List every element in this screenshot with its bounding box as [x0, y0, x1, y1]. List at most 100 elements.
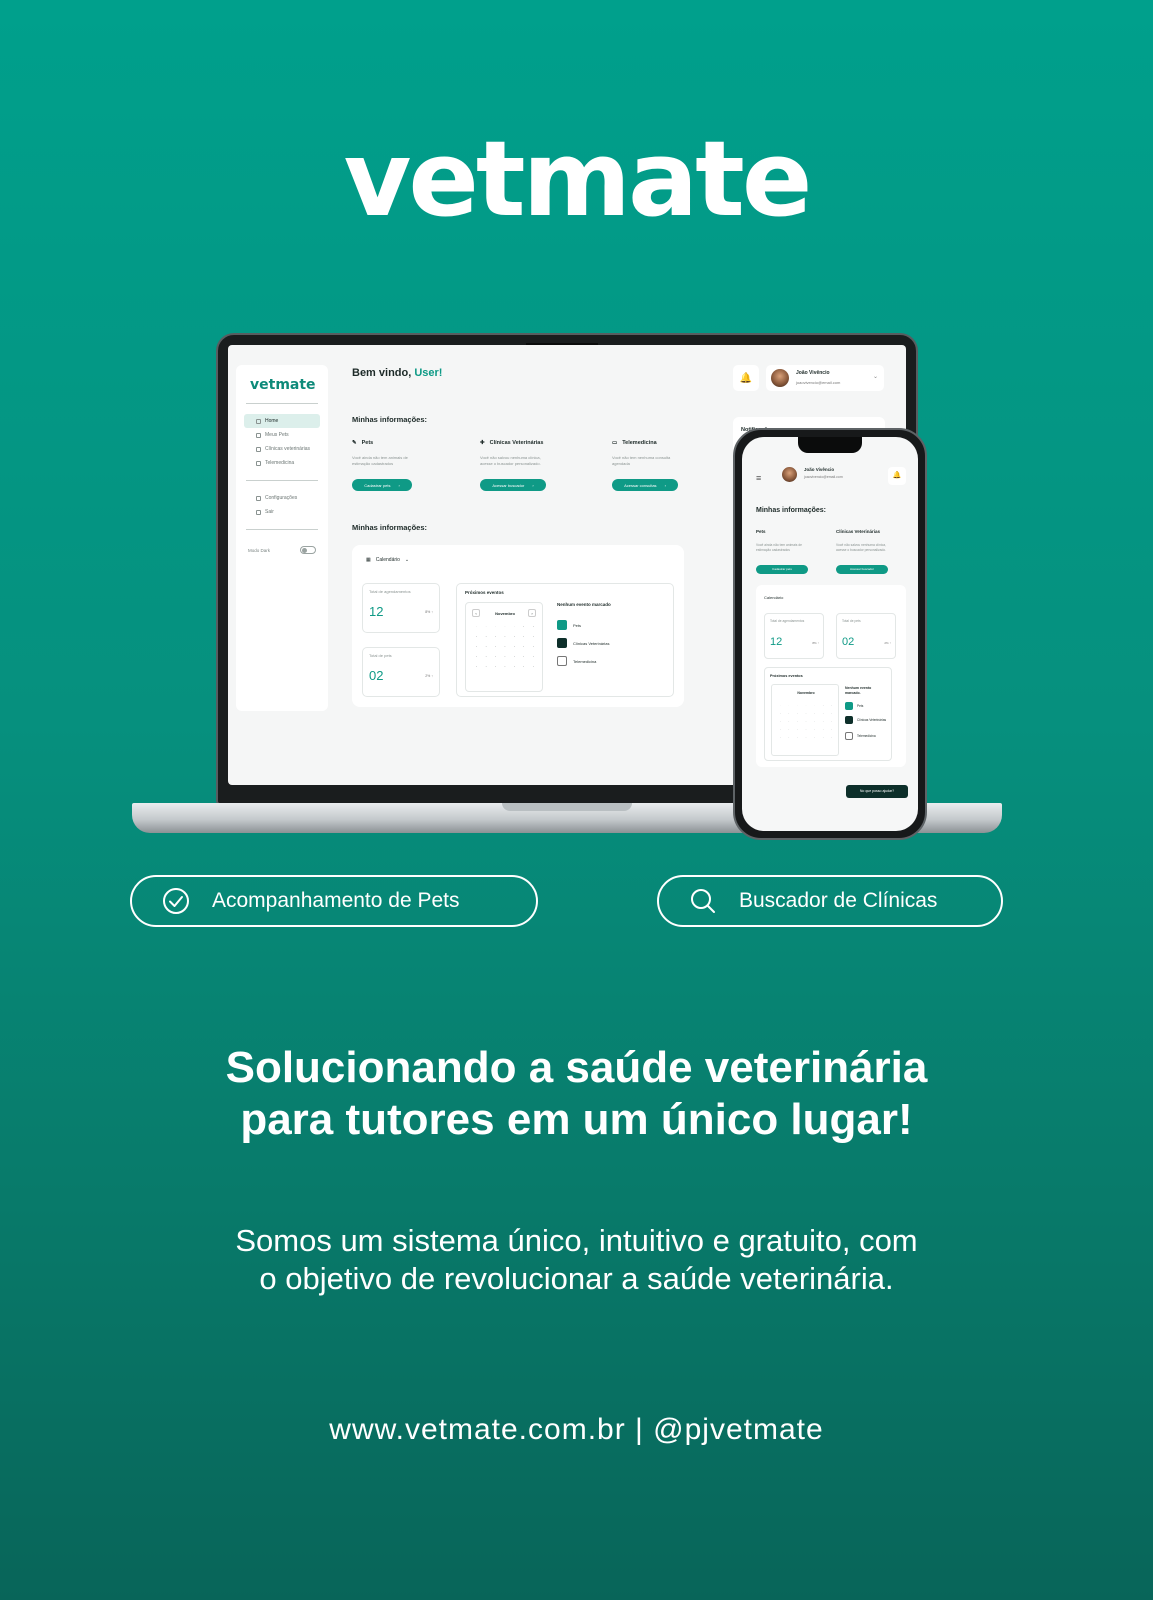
calendar-day[interactable]: · [827, 735, 836, 739]
calendar-day[interactable]: · [529, 655, 538, 659]
monitor-icon [845, 732, 853, 740]
gear-icon [256, 495, 261, 501]
calendar-grid: · · · · · · · · · · · · · · · · · · · · · · · · · · · · · · · · · · · [776, 703, 836, 739]
calendar-day[interactable]: · [491, 625, 500, 629]
calendar-day[interactable]: · [519, 655, 528, 659]
calendar-day[interactable]: · [519, 665, 528, 669]
calendar-day[interactable]: · [793, 735, 802, 739]
sidebar-item-configuracoes[interactable]: Configurações [244, 491, 320, 505]
sidebar-item-home[interactable]: Home [244, 414, 320, 428]
calendar-day[interactable]: · [500, 635, 509, 639]
calendar-day[interactable]: · [481, 645, 490, 649]
calendar-day[interactable]: · [802, 727, 811, 731]
calendar-day[interactable]: · [510, 635, 519, 639]
calendar-day[interactable]: · [819, 703, 828, 707]
calendar-day[interactable]: · [785, 719, 794, 723]
calendar-day[interactable]: · [472, 665, 481, 669]
calendar-day[interactable]: · [481, 655, 490, 659]
calendar-day[interactable]: · [491, 635, 500, 639]
calendar-day[interactable]: · [500, 625, 509, 629]
next-month-button[interactable]: › [528, 609, 536, 617]
calendar-day[interactable]: · [819, 719, 828, 723]
calendar-day[interactable]: · [776, 719, 785, 723]
notification-button[interactable]: 🔔 [888, 467, 906, 485]
calendar-day[interactable]: · [810, 735, 819, 739]
calendar-day[interactable]: · [802, 719, 811, 723]
calendar-day[interactable]: · [793, 727, 802, 731]
calendar-day[interactable]: · [510, 625, 519, 629]
calendar-day[interactable]: · [802, 711, 811, 715]
calendar-day[interactable]: · [491, 655, 500, 659]
calendar-day[interactable]: · [529, 625, 538, 629]
calendar-day[interactable]: · [481, 635, 490, 639]
dark-mode-toggle[interactable] [300, 546, 316, 554]
calendar-day[interactable]: · [500, 665, 509, 669]
calendar-day[interactable]: · [472, 625, 481, 629]
calendar-day[interactable]: · [810, 711, 819, 715]
calendar-day[interactable]: · [802, 735, 811, 739]
cadastrar-pets-button[interactable]: Cadastrar pets [756, 565, 808, 574]
calendar-day[interactable]: · [793, 719, 802, 723]
calendar-day[interactable]: · [776, 711, 785, 715]
sidebar-item-clinicas[interactable]: Clínicas veterinárias [244, 442, 320, 456]
calendar-day[interactable]: · [827, 719, 836, 723]
calendar-day[interactable]: · [785, 727, 794, 731]
calendar-day[interactable]: · [500, 645, 509, 649]
calendar-day[interactable]: · [785, 711, 794, 715]
calendar-day[interactable]: · [510, 665, 519, 669]
calendar-day[interactable]: · [519, 635, 528, 639]
acessar-buscador-button[interactable]: Acessar buscador › [480, 479, 546, 491]
events-title: Próximos eventos [770, 674, 803, 678]
subtext-line-2: o objetivo de revolucionar a saúde veter… [259, 1261, 894, 1296]
calendar-day[interactable]: · [810, 727, 819, 731]
calendar-day[interactable]: · [819, 735, 828, 739]
calendar-day[interactable]: · [827, 703, 836, 707]
calendar-day[interactable]: · [776, 735, 785, 739]
calendar-day[interactable]: · [529, 665, 538, 669]
sidebar-item-sair[interactable]: Sair [244, 505, 320, 519]
calendar-day[interactable]: · [776, 703, 785, 707]
acessar-consultas-button[interactable]: Acessar consultas › [612, 479, 678, 491]
calendar-day[interactable]: · [472, 645, 481, 649]
calendar-day[interactable]: · [810, 719, 819, 723]
monitor-icon [557, 656, 567, 666]
phone-user-menu[interactable]: João Vivêncio joaovivencio@email.com [782, 465, 878, 485]
calendar-day[interactable]: · [519, 645, 528, 649]
calendar-day[interactable]: · [500, 655, 509, 659]
user-menu[interactable]: João Vivêncio joaovivencio@email.com ⌄ [766, 365, 884, 391]
calendar-day[interactable]: · [827, 711, 836, 715]
notification-button[interactable]: 🔔 [733, 365, 759, 391]
calendar-day[interactable]: · [491, 645, 500, 649]
acessar-buscador-button[interactable]: Acessar buscador [836, 565, 888, 574]
section-title: Minhas informações: [352, 415, 428, 424]
calendar-day[interactable]: · [785, 735, 794, 739]
calendar-day[interactable]: · [519, 625, 528, 629]
calendar-day[interactable]: · [819, 727, 828, 731]
calendar-day[interactable]: · [827, 727, 836, 731]
calendar-day[interactable]: · [491, 665, 500, 669]
sidebar-item-telemedicina[interactable]: Telemedicina [244, 456, 320, 470]
hamburger-menu-icon[interactable]: ≡ [756, 473, 761, 483]
calendar-day[interactable]: · [510, 645, 519, 649]
calendar-day[interactable]: · [481, 665, 490, 669]
cadastrar-pets-button[interactable]: Cadastrar pets › [352, 479, 412, 491]
calendar-day[interactable]: · [472, 635, 481, 639]
calendar-day[interactable]: · [776, 727, 785, 731]
calendar-day[interactable]: · [529, 635, 538, 639]
vetmate-logo: vetmate [343, 118, 813, 240]
calendar-dropdown[interactable]: ▦ Calendário ⌄ [366, 557, 409, 563]
calendar-day[interactable]: · [510, 655, 519, 659]
sidebar-item-meus-pets[interactable]: Meus Pets [244, 428, 320, 442]
calendar-day[interactable]: · [472, 655, 481, 659]
calendar-day[interactable]: · [793, 711, 802, 715]
calendar-day[interactable]: · [481, 625, 490, 629]
sidebar-item-label: Home [265, 418, 279, 424]
calendar-day[interactable]: · [819, 711, 828, 715]
calendar-dropdown[interactable]: Calendário [764, 595, 783, 600]
calendar-day[interactable]: · [793, 703, 802, 707]
calendar-day[interactable]: · [529, 645, 538, 649]
help-button[interactable]: No que posso ajudar? [846, 785, 908, 798]
calendar-day[interactable]: · [802, 703, 811, 707]
calendar-day[interactable]: · [785, 703, 794, 707]
calendar-day[interactable]: · [810, 703, 819, 707]
